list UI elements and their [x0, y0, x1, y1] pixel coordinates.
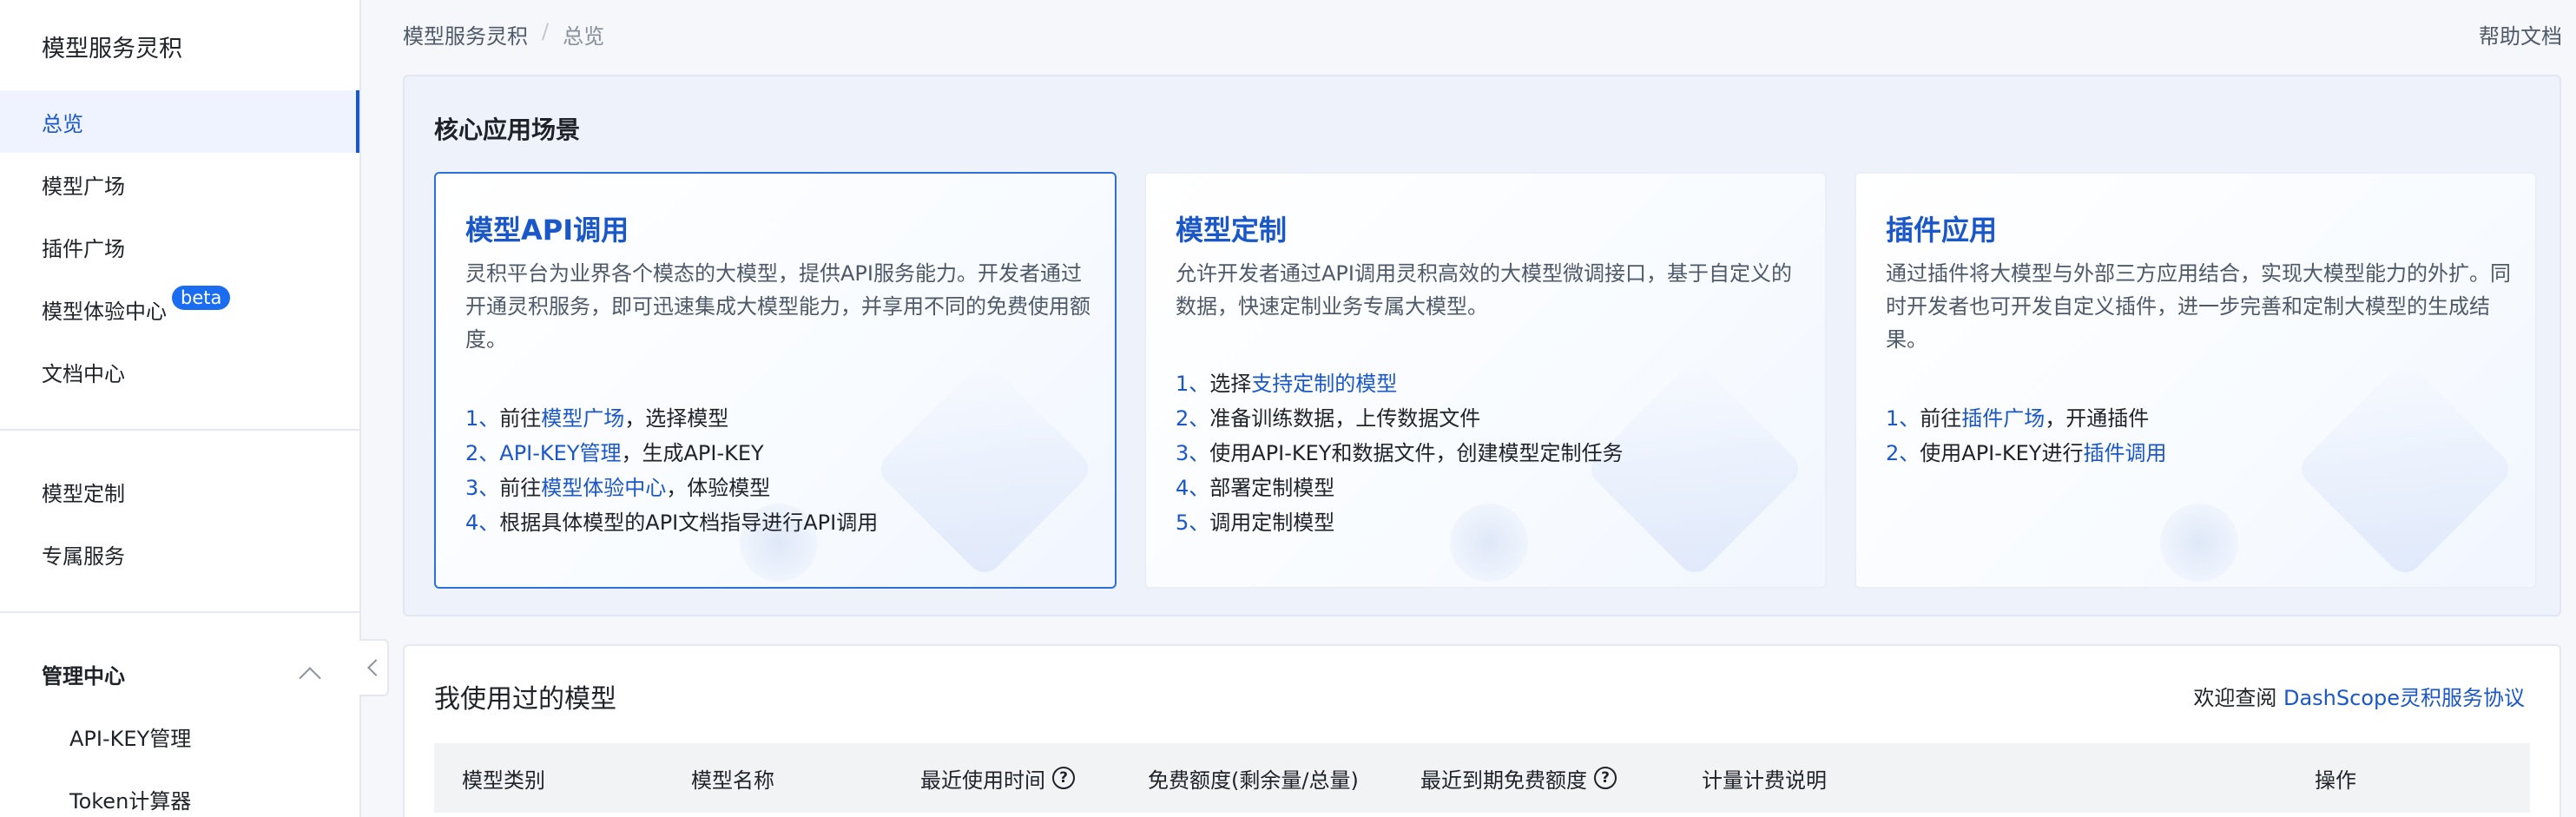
- step-item: 3、前往模型体验中心，体验模型: [465, 476, 771, 500]
- decorative-shape: [2160, 504, 2238, 582]
- column-header: 模型类别: [462, 768, 545, 793]
- section-title: 我使用过的模型: [434, 684, 616, 715]
- sidebar-item-model-experience[interactable]: 模型体验中心 beta: [0, 278, 359, 340]
- sidebar-item-label: 模型广场: [42, 174, 125, 199]
- agreement-notice: 欢迎查阅 DashScope灵积服务协议: [2193, 686, 2525, 710]
- table-header: 模型类别 模型名称 最近使用时间? 免费额度(剩余量/总量) 最近到期免费额度?…: [434, 743, 2530, 813]
- sidebar-group-management[interactable]: 管理中心: [0, 642, 359, 705]
- column-header: 最近使用时间?: [920, 743, 1075, 813]
- step-item: 1、选择支持定制的模型: [1176, 372, 1398, 396]
- question-icon[interactable]: ?: [1594, 767, 1617, 789]
- sidebar-item-plugin-square[interactable]: 插件广场: [0, 215, 359, 278]
- breadcrumb-separator: /: [542, 19, 550, 43]
- sidebar-item-overview[interactable]: 总览: [0, 90, 359, 153]
- step-item: 2、准备训练数据，上传数据文件: [1176, 406, 1481, 431]
- agreement-link[interactable]: DashScope灵积服务协议: [2283, 686, 2525, 710]
- sidebar-title: 模型服务灵积: [42, 36, 182, 63]
- column-header: 免费额度(剩余量/总量): [1148, 768, 1359, 793]
- scenario-card-customize[interactable]: 模型定制 允许开发者通过API调用灵积高效的大模型微调接口，基于自定义的数据，快…: [1144, 172, 1827, 589]
- sidebar-group-label: 管理中心: [42, 663, 125, 689]
- column-header: 最近到期免费额度?: [1420, 743, 1617, 813]
- sidebar-item-model-customize[interactable]: 模型定制: [0, 460, 359, 523]
- sidebar-item-label: 专属服务: [42, 544, 125, 569]
- step-item: 4、根据具体模型的API文档指导进行API调用: [465, 511, 879, 535]
- step-item: 4、部署定制模型: [1176, 476, 1335, 500]
- sidebar-divider: [0, 611, 359, 613]
- step-item: 1、前往插件广场，开通插件: [1886, 406, 2150, 431]
- card-title: 插件应用: [1886, 214, 1998, 247]
- sidebar-divider: [0, 429, 359, 431]
- sidebar-item-docs[interactable]: 文档中心: [0, 340, 359, 403]
- sidebar-collapse-button[interactable]: [359, 639, 389, 696]
- card-title: 模型API调用: [465, 214, 629, 247]
- plugin-square-link[interactable]: 插件广场: [1961, 406, 2045, 431]
- sidebar-item-token-calculator[interactable]: Token计算器: [0, 768, 359, 817]
- card-description: 允许开发者通过API调用灵积高效的大模型微调接口，基于自定义的数据，快速定制业务…: [1176, 261, 1792, 319]
- step-item: 5、调用定制模型: [1176, 511, 1335, 535]
- step-item: 2、使用API-KEY进行插件调用: [1886, 441, 2167, 465]
- used-models-panel: 我使用过的模型 欢迎查阅 DashScope灵积服务协议 模型类别 模型名称 最…: [403, 644, 2561, 817]
- supported-models-link[interactable]: 支持定制的模型: [1251, 372, 1397, 396]
- sidebar-item-label: 模型体验中心: [42, 299, 167, 324]
- step-list: 1、选择支持定制的模型 2、准备训练数据，上传数据文件 3、使用API-KEY和…: [1176, 366, 1801, 540]
- breadcrumb-link[interactable]: 模型服务灵积: [403, 19, 528, 49]
- column-header: 计量计费说明: [1702, 768, 1827, 793]
- plugin-call-link[interactable]: 插件调用: [2083, 441, 2166, 465]
- chevron-left-icon: [367, 659, 385, 676]
- step-list: 1、前往插件广场，开通插件 2、使用API-KEY进行插件调用: [1886, 401, 2511, 471]
- section-title: 核心应用场景: [434, 115, 581, 144]
- api-key-manage-link[interactable]: API-KEY管理: [499, 441, 621, 465]
- breadcrumb: 模型服务灵积 / 总览: [403, 19, 604, 49]
- sidebar-item-api-key[interactable]: API-KEY管理: [0, 705, 359, 768]
- column-header: 操作: [2315, 768, 2356, 793]
- help-docs-link[interactable]: 帮助文档: [2479, 19, 2562, 49]
- sidebar-item-label: Token计算器: [69, 788, 192, 814]
- beta-badge: beta: [172, 286, 231, 310]
- column-header: 模型名称: [691, 768, 774, 793]
- model-square-link[interactable]: 模型广场: [541, 406, 624, 431]
- question-icon[interactable]: ?: [1052, 767, 1075, 789]
- experience-center-link[interactable]: 模型体验中心: [541, 476, 666, 500]
- chevron-up-icon: [299, 667, 321, 689]
- step-list: 1、前往模型广场，选择模型 2、API-KEY管理，生成API-KEY 3、前往…: [465, 401, 1090, 540]
- card-title: 模型定制: [1176, 214, 1288, 247]
- step-item: 2、API-KEY管理，生成API-KEY: [465, 441, 764, 465]
- step-item: 1、前往模型广场，选择模型: [465, 406, 729, 431]
- sidebar-item-label: API-KEY管理: [69, 726, 192, 751]
- sidebar-item-label: 模型定制: [42, 481, 125, 506]
- step-item: 3、使用API-KEY和数据文件，创建模型定制任务: [1176, 441, 1624, 465]
- sidebar-item-model-square[interactable]: 模型广场: [0, 153, 359, 215]
- scenario-card-api[interactable]: 模型API调用 灵积平台为业界各个模态的大模型，提供API服务能力。开发者通过开…: [434, 172, 1117, 589]
- breadcrumb-current: 总览: [563, 24, 605, 49]
- sidebar: 模型服务灵积 总览 模型广场 插件广场 模型体验中心 beta 文档中心 模型定…: [0, 0, 361, 817]
- card-description: 通过插件将大模型与外部三方应用结合，实现大模型能力的外扩。同时开发者也可开发自定…: [1886, 261, 2511, 352]
- card-description: 灵积平台为业界各个模态的大模型，提供API服务能力。开发者通过开通灵积服务，即可…: [465, 261, 1090, 352]
- sidebar-item-label: 插件广场: [42, 236, 125, 261]
- scenario-card-plugin[interactable]: 插件应用 通过插件将大模型与外部三方应用结合，实现大模型能力的外扩。同时开发者也…: [1855, 172, 2537, 589]
- sidebar-item-label: 文档中心: [42, 361, 125, 386]
- sidebar-item-label: 总览: [42, 111, 83, 136]
- core-scenarios-panel: 核心应用场景 模型API调用 灵积平台为业界各个模态的大模型，提供API服务能力…: [403, 75, 2561, 616]
- sidebar-item-dedicated-service[interactable]: 专属服务: [0, 523, 359, 585]
